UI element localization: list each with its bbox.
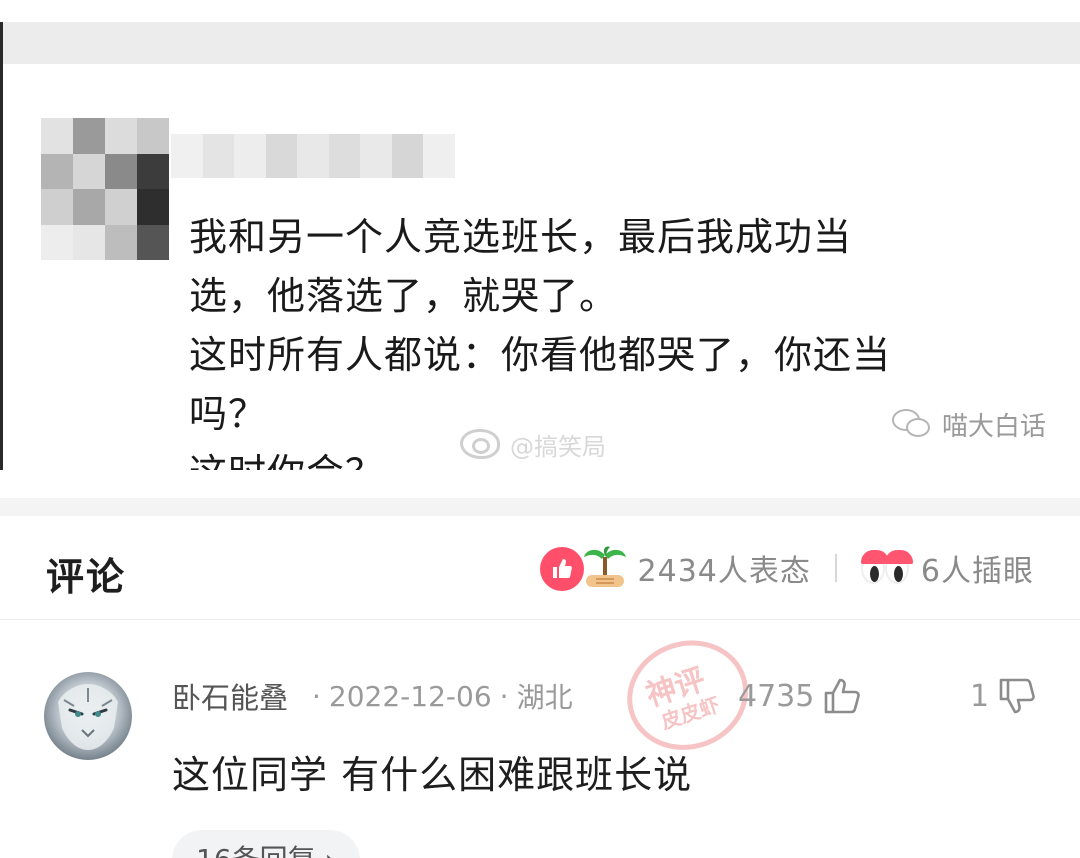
reaction-icons[interactable] — [539, 545, 632, 591]
meta-dot: · — [312, 679, 321, 713]
comment-item: 卧石能叠 · 2022-12-06 · 湖北 神评 皮皮虾 4735 1 这位同… — [0, 620, 1080, 858]
comment-dislike-button[interactable]: 1 — [970, 672, 1037, 720]
thumbs-up-icon — [825, 678, 861, 714]
dislike-count: 1 — [970, 678, 990, 714]
post-image[interactable]: 我和另一个人竞选班长，最后我成功当 选，他落选了，就哭了。 这时所有人都说：你看… — [0, 22, 1080, 470]
comment-date: 2022-12-06 — [328, 679, 492, 713]
comments-header: 评论 2434人表态 6人插眼 — [0, 516, 1080, 620]
wechat-watermark-text: 喵大白话 — [941, 411, 1046, 442]
post-text-line: 选，他落选了，就哭了。 — [189, 274, 619, 318]
eyes-icon[interactable] — [860, 548, 913, 588]
reactions-bar[interactable]: 2434人表态 6人插眼 — [539, 542, 1034, 594]
comment-username[interactable]: 卧石能叠 — [172, 675, 288, 717]
wechat-icon — [891, 409, 936, 439]
weibo-icon — [460, 429, 500, 459]
post-text-line: 这时所有人都说：你看他都哭了，你还当 — [189, 333, 892, 377]
blurred-username — [171, 134, 455, 178]
comment-body: 这位同学 有什么困难跟班长说 — [172, 753, 693, 797]
reaction-separator — [834, 554, 837, 582]
stamp-text-sub: 皮皮虾 — [658, 692, 723, 734]
thumbs-down-icon — [999, 678, 1035, 714]
post-image-topbar — [3, 22, 1080, 64]
comments-title: 评论 — [46, 555, 127, 599]
post-text-line: 这时你会？ — [189, 444, 1039, 470]
section-divider — [0, 498, 1080, 516]
palm-tree-icon — [583, 546, 626, 587]
blurred-avatar — [41, 118, 169, 260]
stamp-text-main: 神评 — [641, 662, 710, 714]
comment-location: 湖北 — [516, 681, 573, 714]
reaction-count: 2434人表态 — [637, 554, 811, 589]
comment-meta: 卧石能叠 · 2022-12-06 · 湖北 — [172, 674, 573, 718]
meta-dot: · — [499, 679, 509, 713]
watch-count: 6人插眼 — [920, 554, 1034, 589]
comment-like-button[interactable]: 4735 — [738, 672, 862, 720]
replies-button[interactable]: 16条回复 › — [172, 830, 360, 858]
like-count: 4735 — [738, 678, 815, 714]
wechat-watermark: 喵大白话 — [891, 404, 1046, 444]
post-text-line: 我和另一个人竞选班长，最后我成功当 — [189, 215, 853, 259]
weibo-watermark: @搞笑局 — [460, 426, 606, 462]
thumbs-up-icon — [539, 547, 584, 591]
avatar[interactable] — [44, 672, 132, 760]
weibo-watermark-text: @搞笑局 — [510, 432, 606, 461]
